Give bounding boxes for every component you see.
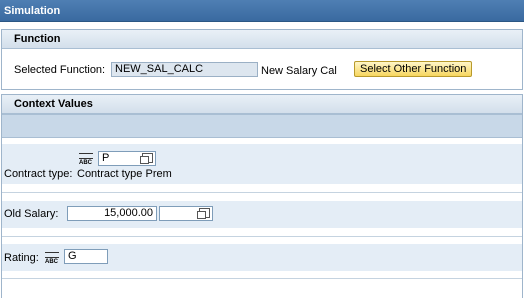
selected-function-label: Selected Function: — [14, 64, 106, 76]
selected-function-field: NEW_SAL_CALC — [111, 62, 258, 77]
function-description: New Salary Cal — [261, 65, 337, 77]
text-field-icon: ABC — [45, 252, 61, 265]
context-values-panel: Context Values ABC P Contract type: Cont… — [1, 94, 523, 298]
select-other-function-button[interactable]: Select Other Function — [354, 61, 473, 77]
contract-type-value: P — [102, 152, 110, 164]
divider — [2, 192, 522, 193]
currency-input[interactable] — [159, 206, 213, 221]
old-salary-input[interactable]: 15,000.00 — [67, 206, 157, 221]
context-values-header: Context Values — [2, 95, 522, 114]
divider — [2, 278, 522, 279]
rating-label: Rating: — [4, 252, 39, 264]
divider — [2, 236, 522, 237]
function-panel-header: Function — [2, 30, 522, 49]
contract-type-input[interactable]: P — [98, 151, 156, 166]
value-help-icon[interactable] — [140, 153, 153, 164]
context-toolbar — [2, 114, 522, 138]
value-help-icon[interactable] — [197, 208, 210, 219]
text-field-icon: ABC — [79, 153, 95, 166]
rating-input[interactable]: G — [64, 249, 108, 264]
window-title: Simulation — [0, 0, 524, 22]
old-salary-label: Old Salary: — [4, 208, 59, 220]
function-panel: Function Selected Function: NEW_SAL_CALC… — [1, 29, 523, 90]
contract-type-text: Contract type Prem — [77, 168, 172, 180]
contract-type-label: Contract type: — [4, 168, 73, 180]
